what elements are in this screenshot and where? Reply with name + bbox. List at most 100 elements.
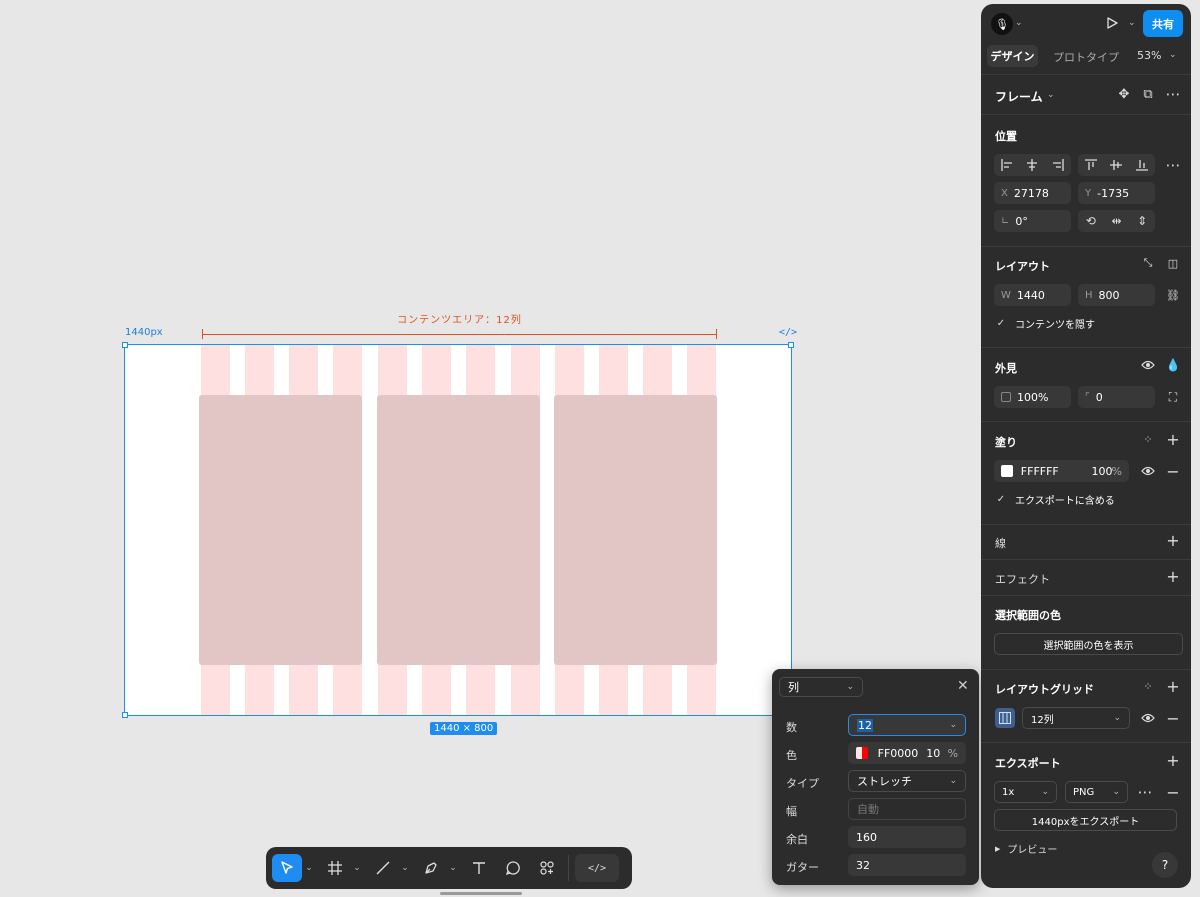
eye-icon[interactable] <box>1141 711 1155 725</box>
width-field[interactable]: 自動 <box>848 798 966 820</box>
eye-icon[interactable] <box>1141 358 1155 372</box>
add-icon[interactable]: + <box>1165 567 1181 586</box>
avatar[interactable]: 🎙 <box>991 13 1013 35</box>
tab-prototype[interactable]: プロトタイプ <box>1053 49 1119 65</box>
gutter-field[interactable]: 32 <box>848 854 966 876</box>
boolean-icon[interactable]: ⧉ <box>1141 87 1155 102</box>
clip-content-row[interactable]: ✓ コンテンツを隠す <box>995 316 1095 331</box>
export-button[interactable]: 1440pxをエクスポート <box>994 809 1177 831</box>
effects-title[interactable]: エフェクト <box>995 571 1050 587</box>
constrain-proportions-icon[interactable]: ⛓ <box>1166 288 1180 302</box>
checkbox-checked-icon[interactable]: ✓ <box>995 494 1007 506</box>
caret-right-icon: ▶ <box>995 844 1001 853</box>
shrink-icon[interactable]: ⤡ <box>1141 256 1155 270</box>
line-icon[interactable] <box>368 854 398 882</box>
component-icon[interactable]: ✥ <box>1117 87 1131 102</box>
content-block[interactable] <box>554 395 717 665</box>
content-block[interactable] <box>199 395 362 665</box>
align-center-icon[interactable] <box>1025 158 1039 172</box>
opacity-field[interactable]: 100% <box>994 386 1071 408</box>
corner-radius-field[interactable]: ⌜ 0 <box>1078 386 1155 408</box>
chevron-down-icon[interactable]: ⌄ <box>302 854 316 882</box>
export-scale-select[interactable]: 1x ⌄ <box>994 781 1057 803</box>
align-left-icon[interactable] <box>1000 158 1014 172</box>
type-select[interactable]: ストレッチ ⌄ <box>848 770 966 792</box>
preview-toggle[interactable]: ▶ プレビュー <box>995 841 1057 857</box>
frame-icon[interactable] <box>320 854 350 882</box>
fill-field[interactable]: FFFFFF 100 % <box>994 460 1129 482</box>
align-top-icon[interactable] <box>1084 158 1098 172</box>
more-icon[interactable]: ⋯ <box>1165 85 1181 103</box>
remove-icon[interactable]: − <box>1165 709 1181 728</box>
align-bottom-icon[interactable] <box>1135 158 1149 172</box>
stroke-title[interactable]: 線 <box>995 535 1006 551</box>
height-field[interactable]: H 800 <box>1078 284 1155 306</box>
code-icon[interactable]: </> <box>779 327 797 338</box>
show-selection-colors-button[interactable]: 選択範囲の色を表示 <box>994 633 1183 655</box>
x-field[interactable]: X 27178 <box>994 182 1071 204</box>
flip-vertical-icon[interactable]: ⇕ <box>1137 214 1147 228</box>
count-field[interactable]: 12 ⌄ <box>848 714 966 736</box>
eye-icon[interactable] <box>1141 464 1155 478</box>
flip-horizontal-icon[interactable]: ⇹ <box>1111 214 1121 228</box>
chevron-down-icon[interactable]: ⌄ <box>350 854 364 882</box>
resize-handle-top-right[interactable] <box>788 342 794 348</box>
comment-icon[interactable] <box>498 854 528 882</box>
pen-icon[interactable] <box>416 854 446 882</box>
remove-icon[interactable]: − <box>1165 462 1181 481</box>
move-icon[interactable] <box>272 854 302 882</box>
add-icon[interactable]: + <box>1165 430 1181 449</box>
zoom-level[interactable]: 53% <box>1137 49 1161 62</box>
align-right-icon[interactable] <box>1051 158 1065 172</box>
dev-mode-toggle[interactable]: </> <box>575 854 619 882</box>
resize-handle-top-left[interactable] <box>122 342 128 348</box>
checkbox-checked-icon[interactable]: ✓ <box>995 318 1007 330</box>
y-field[interactable]: Y -1735 <box>1078 182 1155 204</box>
styles-grid-icon[interactable]: ⁘ <box>1141 679 1155 693</box>
more-icon[interactable]: ⋯ <box>1137 783 1153 801</box>
remove-icon[interactable]: − <box>1165 783 1181 802</box>
frame-label[interactable]: フレーム <box>995 88 1043 105</box>
independent-corners-icon[interactable]: ⛶ <box>1166 390 1180 404</box>
width-field[interactable]: W 1440 <box>994 284 1071 306</box>
grid-type-select[interactable]: 列 ⌄ <box>779 677 863 697</box>
align-middle-icon[interactable] <box>1109 158 1123 172</box>
styles-grid-icon[interactable]: ⁘ <box>1141 432 1155 446</box>
fill-swatch[interactable] <box>1001 465 1013 477</box>
share-button[interactable]: 共有 <box>1143 10 1183 37</box>
chevron-down-icon[interactable]: ⌄ <box>1128 18 1136 28</box>
play-icon[interactable] <box>1104 15 1120 31</box>
layout-grid-select[interactable]: 12列 ⌄ <box>1022 707 1130 729</box>
add-icon[interactable]: + <box>1165 531 1181 550</box>
chevron-down-icon[interactable]: ⌄ <box>1169 50 1177 60</box>
auto-layout-icon[interactable]: ◫ <box>1166 256 1180 270</box>
add-icon[interactable]: + <box>1165 751 1181 770</box>
columns-grid-icon[interactable] <box>995 708 1015 728</box>
text-icon[interactable] <box>464 854 494 882</box>
chevron-down-icon: ⌄ <box>949 776 957 786</box>
close-icon[interactable]: ✕ <box>957 678 969 694</box>
add-icon[interactable]: + <box>1165 677 1181 696</box>
margin-value: 160 <box>856 830 877 844</box>
blend-drop-icon[interactable]: 💧 <box>1166 358 1181 372</box>
divider <box>981 669 1191 670</box>
actions-icon[interactable] <box>532 854 562 882</box>
chevron-down-icon[interactable]: ⌄ <box>446 854 460 882</box>
resize-handle-bottom-left[interactable] <box>122 712 128 718</box>
rotate-icon[interactable]: ⟲ <box>1086 214 1096 228</box>
more-icon[interactable]: ⋯ <box>1165 156 1181 174</box>
export-format-select[interactable]: PNG ⌄ <box>1065 781 1128 803</box>
margin-field[interactable]: 160 <box>848 826 966 848</box>
frame-name-label[interactable]: 1440px <box>125 327 163 338</box>
color-swatch[interactable] <box>856 747 868 759</box>
chevron-down-icon[interactable]: ⌄ <box>1015 18 1023 28</box>
include-in-export-row[interactable]: ✓ エクスポートに含める <box>995 492 1115 507</box>
selected-frame[interactable] <box>124 344 792 716</box>
rotation-field[interactable]: ∟ 0° <box>994 210 1071 232</box>
grid-color-field[interactable]: FF0000 10 % <box>848 742 966 764</box>
chevron-down-icon[interactable]: ⌄ <box>398 854 412 882</box>
help-button[interactable]: ? <box>1152 852 1178 878</box>
tab-design[interactable]: デザイン <box>987 45 1038 67</box>
chevron-down-icon[interactable]: ⌄ <box>1047 90 1055 100</box>
content-block[interactable] <box>377 395 540 665</box>
